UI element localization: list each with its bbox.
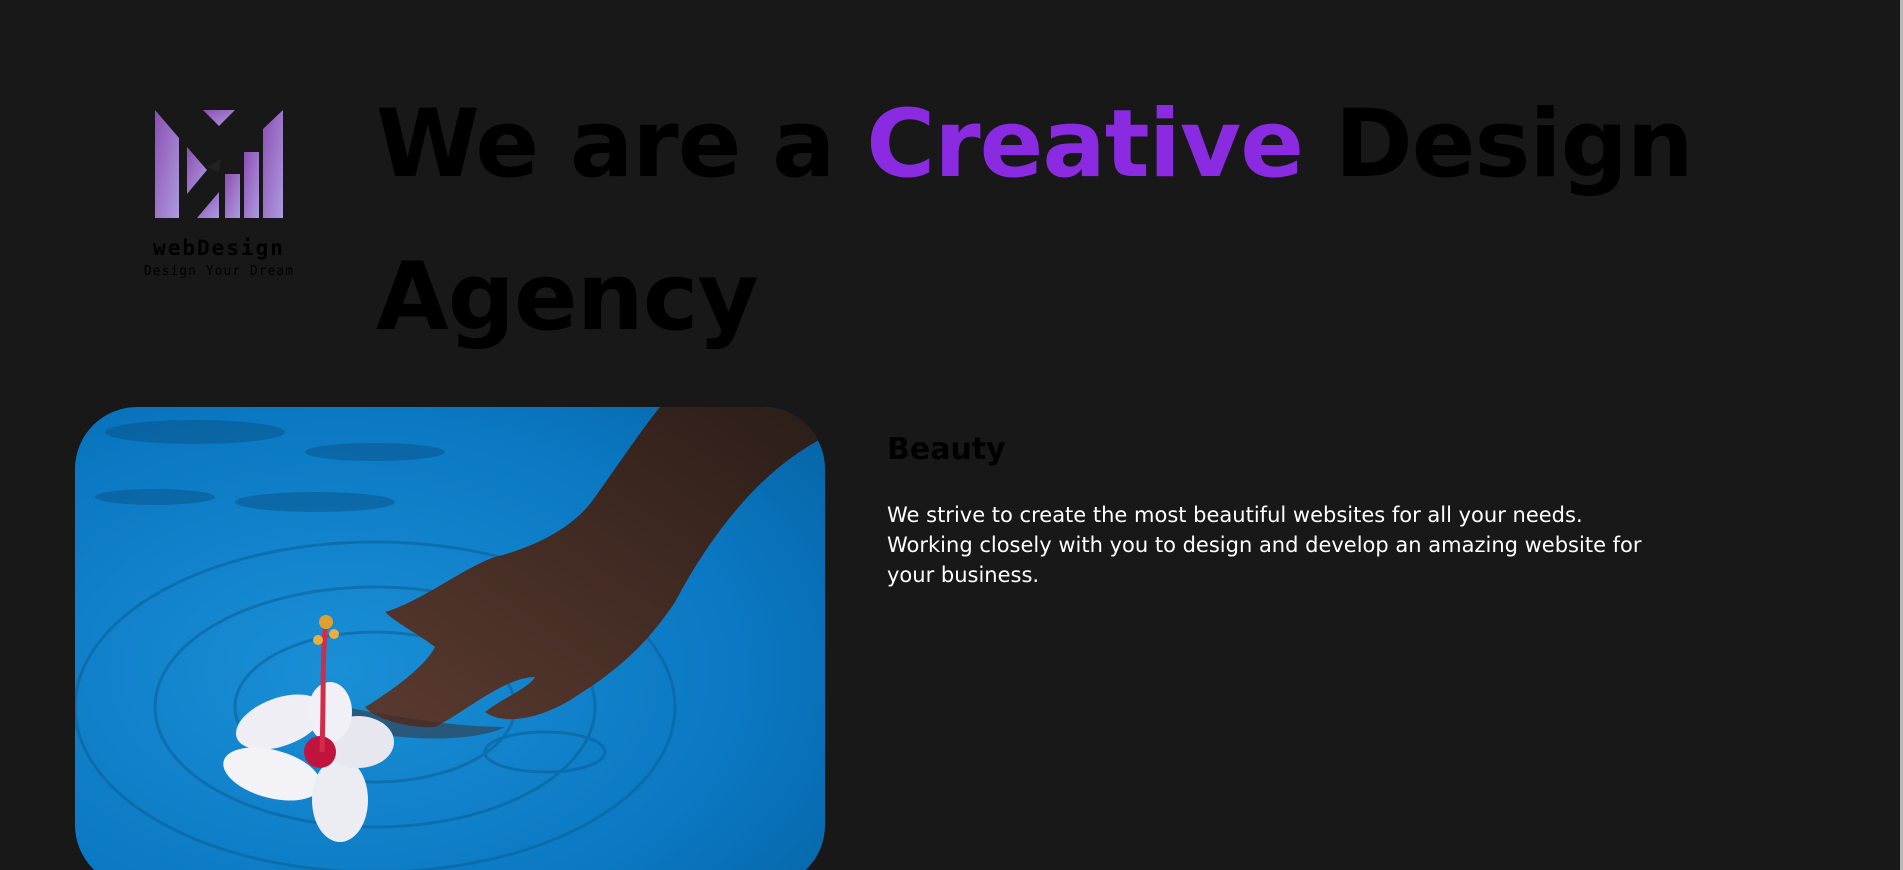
feature-description: We strive to create the most beautiful w… (887, 503, 1642, 587)
headline-prefix: We are a (376, 90, 867, 199)
hero-image (75, 407, 825, 870)
hero-headline: We are a Creative Design Agency (376, 68, 1776, 374)
headline-line-1: We are a Creative Design (376, 68, 1776, 221)
brand-tagline: Design Your Dream (143, 264, 295, 279)
brand-logo[interactable]: webDesign Design Your Dream (138, 110, 300, 279)
headline-accent-word: Creative (866, 90, 1304, 199)
monogram-m-logo-icon (155, 110, 283, 218)
headline-line-2: Agency (376, 243, 759, 352)
headline-suffix: Design (1302, 90, 1694, 199)
brand-name: webDesign (153, 236, 285, 260)
feature-title: Beauty (887, 432, 1006, 467)
hand-and-flower-in-water-photo-icon (75, 407, 825, 870)
